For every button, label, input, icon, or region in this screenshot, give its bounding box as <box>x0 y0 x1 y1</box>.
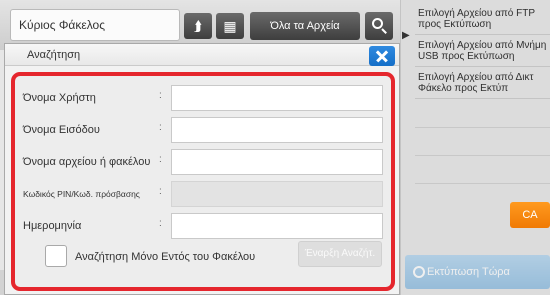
dialog-title: Αναζήτηση <box>27 49 81 61</box>
grid-view-icon: ▦ <box>223 18 237 34</box>
field-label: Όνομα Χρήστη <box>23 92 96 104</box>
field-label: Ημερομηνία <box>23 220 82 232</box>
field-pin-code: Κωδικός PIN/Κωδ. πρόσβασης : <box>15 179 391 209</box>
field-file-or-folder-name: Όνομα αρχείου ή φακέλου : <box>15 147 391 177</box>
field-label: Κωδικός PIN/Κωδ. πρόσβασης <box>23 189 140 199</box>
sidebar-item-usb-print[interactable]: Επιλογή Αρχείου από Μνήμη USB προς Εκτύπ… <box>415 38 550 67</box>
search-in-folder-checkbox[interactable] <box>45 245 67 267</box>
sidebar-item-network-folder-print[interactable]: Επιλογή Αρχείου από Δικτ Φάκελο προς Εκτ… <box>415 70 550 99</box>
folder-title: Κύριος Φάκελος <box>10 9 180 41</box>
date-input[interactable] <box>172 214 382 238</box>
ca-button[interactable]: CA <box>510 202 550 228</box>
search-dialog: Αναζήτηση Όνομα Χρήστη : Όνομα Εισόδου :… <box>4 43 400 295</box>
sidebar-empty-slot <box>415 130 550 156</box>
search-in-folder-label: Αναζήτηση Μόνο Εντός του Φακέλου <box>75 251 256 263</box>
sidebar-expand-icon[interactable]: ▶ <box>402 30 414 42</box>
close-button[interactable] <box>369 46 395 66</box>
pin-code-input <box>172 182 382 206</box>
field-login-name: Όνομα Εισόδου : <box>15 115 391 145</box>
print-now-label: Εκτύπωση Τώρα <box>427 266 510 278</box>
grid-view-button[interactable]: ▦ <box>216 13 244 39</box>
sidebar-item-ftp-print[interactable]: Επιλογή Αρχείου από FTP προς Εκτύπωση <box>415 6 550 35</box>
dialog-header: Αναζήτηση <box>5 44 399 66</box>
field-colon: : <box>159 218 162 229</box>
field-label: Όνομα Εισόδου <box>23 124 100 136</box>
print-icon <box>413 266 425 278</box>
search-button[interactable] <box>365 12 393 40</box>
field-label: Όνομα αρχείου ή φακέλου <box>23 156 151 168</box>
field-colon: : <box>159 90 162 101</box>
field-colon: : <box>159 154 162 165</box>
login-name-input[interactable] <box>172 118 382 142</box>
search-form: Όνομα Χρήστη : Όνομα Εισόδου : Όνομα αρχ… <box>11 72 395 291</box>
field-colon: : <box>159 186 162 197</box>
field-username: Όνομα Χρήστη : <box>15 83 391 113</box>
up-folder-button[interactable]: ⮭ <box>184 13 212 39</box>
file-filter-dropdown[interactable]: Όλα τα Αρχεία <box>250 12 360 40</box>
sidebar-empty-slot <box>415 158 550 184</box>
file-or-folder-name-input[interactable] <box>172 150 382 174</box>
field-date: Ημερομηνία : <box>15 211 391 241</box>
field-colon: : <box>159 122 162 133</box>
sidebar-empty-slot <box>415 102 550 128</box>
start-search-button[interactable]: Έναρξη Αναζήτ. <box>298 241 382 267</box>
arrow-up-icon: ⮭ <box>193 18 203 34</box>
username-input[interactable] <box>172 86 382 110</box>
print-now-button[interactable]: Εκτύπωση Τώρα <box>405 255 550 289</box>
